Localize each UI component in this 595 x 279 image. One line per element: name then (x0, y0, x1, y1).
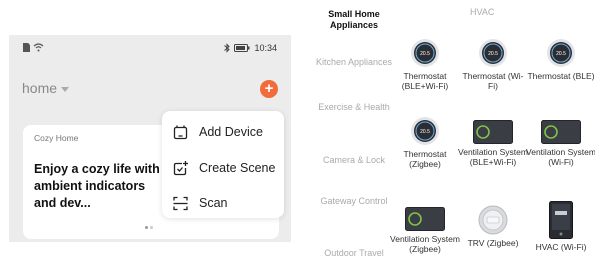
battery-icon (234, 44, 250, 52)
device-ventilation-zigbee[interactable]: Ventilation System (Zigbee) (390, 207, 460, 254)
sim-card-icon (23, 43, 30, 52)
menu-item-label: Scan (199, 196, 228, 210)
menu-item-create-scene[interactable]: Create Scene (172, 157, 275, 179)
plus-icon: + (264, 80, 274, 97)
thermostat-reading: 20.5 (420, 51, 430, 57)
category-gateway-control[interactable]: Gateway Control (315, 196, 393, 207)
menu-item-label: Add Device (199, 125, 263, 139)
device-ventilation-ble-wifi[interactable]: Ventilation System (BLE+Wi-Fi) (458, 120, 528, 167)
device-ventilation-wifi[interactable]: Ventilation System (Wi-Fi) (526, 120, 595, 167)
round-thermostat-icon: 20.5 (479, 39, 507, 67)
thermostat-reading: 20.5 (420, 129, 430, 135)
category-camera-lock[interactable]: Camera & Lock (315, 155, 393, 166)
device-thermostat-ble-wifi[interactable]: 20.5 Thermostat (BLE+Wi-Fi) (390, 38, 460, 91)
thermostat-reading: 20.5 (488, 51, 498, 57)
device-thermostat-wifi[interactable]: 20.5 Thermostat (Wi-Fi) (458, 38, 528, 91)
carousel-dot (150, 226, 153, 229)
category-small-home-appliances[interactable]: Small Home Appliances (315, 9, 393, 31)
clock: 10:34 (254, 43, 277, 53)
device-name: Ventilation System (BLE+Wi-Fi) (458, 147, 528, 167)
round-thermostat-icon: 20.5 (547, 39, 575, 67)
home-label: home (22, 80, 58, 96)
category-outdoor-travel[interactable]: Outdoor Travel (315, 248, 393, 259)
card-headline: Enjoy a cozy life with ambient indicator… (34, 162, 160, 210)
round-thermostat-icon: 20.5 (411, 117, 439, 145)
card-subtitle: Cozy Home (34, 133, 79, 143)
hvac-tall-panel-icon (549, 201, 573, 239)
device-name: Ventilation System (Zigbee) (390, 234, 460, 254)
add-button[interactable]: + (260, 80, 278, 98)
ventilation-panel-icon (541, 120, 581, 144)
wifi-icon (33, 43, 44, 52)
thermostat-reading: 20.5 (556, 51, 566, 57)
menu-item-add-device[interactable]: Add Device (172, 121, 263, 143)
device-name: Thermostat (Wi-Fi) (462, 71, 524, 91)
section-title: HVAC (470, 7, 495, 17)
carousel-dots (145, 226, 153, 229)
category-exercise-health[interactable]: Exercise & Health (315, 102, 393, 113)
menu-item-scan[interactable]: Scan (172, 192, 228, 214)
menu-item-label: Create Scene (199, 161, 276, 175)
bluetooth-icon (224, 43, 231, 53)
home-selector[interactable]: home (22, 80, 70, 96)
phone-screen: 10:34 home + Cozy Home Enjoy a cozy life… (9, 35, 291, 242)
carousel-dot (145, 226, 148, 229)
device-name: Thermostat (BLE) (527, 71, 595, 81)
device-name: Ventilation System (Wi-Fi) (526, 147, 595, 167)
device-thermostat-ble[interactable]: 20.5 Thermostat (BLE) (526, 38, 595, 81)
round-thermostat-icon: 20.5 (411, 39, 439, 67)
device-hvac-wifi[interactable]: HVAC (Wi-Fi) (526, 201, 595, 252)
device-name: HVAC (Wi-Fi) (535, 242, 587, 252)
chevron-down-icon (61, 86, 70, 92)
ventilation-panel-icon (473, 120, 513, 144)
add-menu-popup: Add Device Create Scene Scan (162, 111, 284, 218)
status-bar: 10:34 (9, 35, 291, 63)
trv-dial-icon (478, 205, 508, 235)
device-trv-zigbee[interactable]: TRV (Zigbee) (458, 205, 528, 248)
device-name: Thermostat (Zigbee) (403, 149, 447, 169)
create-scene-icon (173, 160, 188, 175)
ventilation-panel-icon (405, 207, 445, 231)
device-name: TRV (Zigbee) (467, 238, 519, 248)
category-kitchen-appliances[interactable]: Kitchen Appliances (315, 57, 393, 68)
device-name: Thermostat (BLE+Wi-Fi) (401, 71, 449, 91)
device-thermostat-zigbee[interactable]: 20.5 Thermostat (Zigbee) (390, 116, 460, 169)
scan-icon (173, 196, 188, 210)
add-device-icon (173, 125, 188, 139)
